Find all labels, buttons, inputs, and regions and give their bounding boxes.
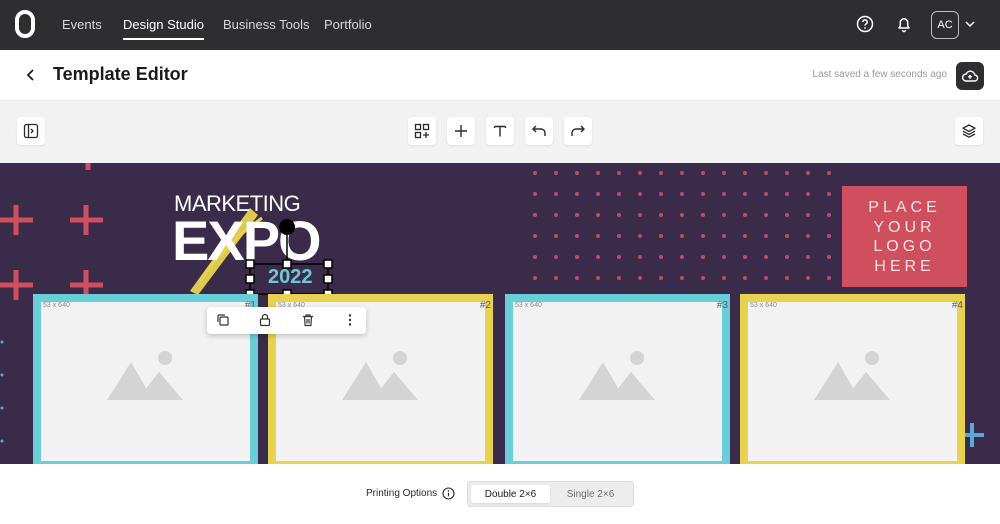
nav-design-studio[interactable]: Design Studio	[123, 17, 204, 40]
text-icon	[493, 125, 507, 137]
avatar[interactable]: AC	[931, 11, 959, 39]
top-nav: Events Design Studio Business Tools Port…	[0, 0, 1000, 50]
nav-events[interactable]: Events	[62, 17, 102, 32]
help-icon[interactable]	[855, 14, 875, 34]
slot-size: 53 x 640	[750, 302, 777, 309]
app-logo[interactable]	[15, 10, 35, 38]
selection-handles[interactable]	[245, 218, 335, 303]
cloud-upload-icon	[961, 70, 979, 82]
undo-button[interactable]	[525, 117, 553, 145]
layers-button[interactable]	[955, 117, 983, 145]
nav-business-tools[interactable]: Business Tools	[223, 17, 309, 32]
editor-toolbar	[0, 101, 1000, 163]
back-arrow-icon[interactable]	[22, 65, 40, 85]
image-placeholder-icon	[814, 351, 890, 400]
bell-icon[interactable]	[894, 14, 914, 34]
more-vertical-icon[interactable]	[342, 312, 358, 328]
add-widget-icon	[414, 123, 430, 139]
design-canvas[interactable]: MARKETING EXPO 2022 PLACE YOUR LOGO HERE…	[0, 163, 1000, 464]
add-element-button[interactable]	[447, 117, 475, 145]
info-icon[interactable]	[442, 487, 455, 500]
option-double-2x6[interactable]: Double 2×6	[471, 485, 550, 503]
add-text-button[interactable]	[486, 117, 514, 145]
image-placeholder-icon	[579, 351, 655, 400]
slot-number: #2	[479, 300, 491, 311]
panel-toggle-button[interactable]	[17, 117, 45, 145]
print-layout-toggle: Double 2×6 Single 2×6	[467, 481, 634, 507]
nav-portfolio[interactable]: Portfolio	[324, 17, 372, 32]
element-context-menu	[207, 307, 366, 334]
undo-icon	[532, 125, 546, 136]
slot-number: #3	[716, 300, 728, 311]
logo-placeholder[interactable]: PLACE YOUR LOGO HERE	[842, 186, 967, 287]
trash-icon[interactable]	[300, 312, 316, 328]
saved-status: Last saved a few seconds ago	[812, 69, 947, 80]
panel-toggle-icon	[23, 123, 39, 139]
layers-icon	[962, 124, 976, 138]
image-placeholder-icon	[342, 351, 418, 400]
lock-icon[interactable]	[257, 312, 273, 328]
page-header: Template Editor Last saved a few seconds…	[0, 50, 1000, 101]
cloud-save-button[interactable]	[956, 62, 984, 90]
redo-icon	[571, 125, 585, 136]
page-title: Template Editor	[53, 64, 188, 84]
printing-options-label: Printing Options	[366, 488, 438, 499]
chevron-down-icon[interactable]	[963, 14, 977, 34]
option-single-2x6[interactable]: Single 2×6	[551, 485, 630, 503]
photo-slot-4[interactable]: 53 x 640 #4	[740, 294, 965, 464]
plus-icon	[455, 125, 467, 137]
slot-size: 53 x 640	[515, 302, 542, 309]
photo-slot-3[interactable]: 53 x 640 #3	[505, 294, 730, 464]
redo-button[interactable]	[564, 117, 592, 145]
slot-number: #4	[951, 300, 963, 311]
printing-options-bar: Printing Options Double 2×6 Single 2×6	[0, 464, 1000, 524]
add-widget-button[interactable]	[408, 117, 436, 145]
slot-size: 53 x 640	[43, 302, 70, 309]
image-placeholder-icon	[107, 351, 183, 400]
duplicate-icon[interactable]	[215, 312, 231, 328]
